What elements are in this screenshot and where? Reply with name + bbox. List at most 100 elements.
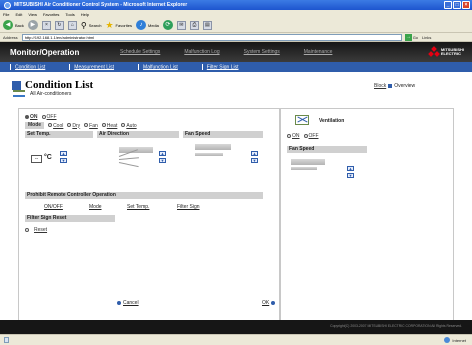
fan-speed-up-button[interactable]: ▲ — [251, 151, 258, 156]
ok-button[interactable]: OK — [262, 300, 276, 306]
block-label[interactable]: Block — [374, 83, 386, 89]
subnav-malfunction-list[interactable]: Malfunction List — [138, 64, 178, 70]
subnav-condition-list[interactable]: Condition List — [10, 64, 45, 70]
menu-help[interactable]: Help — [81, 12, 89, 17]
back-label: Back — [15, 22, 24, 28]
prohibit-filter-sign[interactable]: Filter Sign — [177, 204, 200, 210]
footer-bar: Copyright(C) 2003-2007 MITSUBISHI ELECTR… — [0, 320, 472, 334]
menu-bar: File Edit View Favorites Tools Help — [0, 10, 472, 18]
print-icon[interactable]: ⎙ — [189, 20, 199, 30]
radio-off[interactable] — [41, 114, 46, 119]
refresh-icon[interactable]: ↻ — [54, 20, 64, 30]
menu-favorites[interactable]: Favorites — [43, 12, 59, 17]
air-direction-down-button[interactable]: ▼ — [159, 158, 166, 163]
browser-status-bar: Internet — [0, 334, 472, 345]
fan-speed-stepper: ▲ ▼ — [251, 151, 258, 163]
vent-on-option[interactable]: ON — [287, 133, 300, 139]
ventilation-icon — [295, 115, 309, 125]
on-off-row: ON OFF — [25, 114, 57, 120]
tab-malfunction-log[interactable]: Malfunction Log — [184, 49, 219, 55]
group-row: All Air-conditioners — [13, 90, 71, 97]
temp-up-button[interactable]: ▲ — [60, 151, 67, 156]
menu-tools[interactable]: Tools — [65, 12, 74, 17]
mode-heat[interactable]: Heat — [101, 123, 117, 129]
edit-icon[interactable]: ▤ — [202, 20, 212, 30]
menu-view[interactable]: View — [28, 12, 37, 17]
history-icon[interactable]: ⟳ — [162, 20, 173, 30]
prohibit-on-off[interactable]: ON/OFF — [44, 204, 63, 210]
fan-speed-down-button[interactable]: ▼ — [251, 158, 258, 163]
address-input[interactable]: http://192.168.1.1/en/administrator.html — [21, 33, 402, 41]
favorites-button[interactable]: ★ Favorites — [105, 20, 132, 30]
maximize-button[interactable]: □ — [453, 1, 461, 9]
menu-file[interactable]: File — [3, 12, 9, 17]
on-option[interactable]: ON — [25, 114, 38, 120]
vent-fan-speed-bar-icon — [291, 159, 325, 165]
ventilation-label: Ventilation — [319, 118, 345, 124]
browser-toolbar: ◀ Back ▶ × ↻ ⌂ ⚲ Search ★ Favorites ♪ Me… — [0, 18, 472, 33]
links-label[interactable]: Links — [422, 35, 431, 40]
air-direction-lines-icon — [118, 149, 139, 168]
mode-label: Mode — [25, 122, 45, 129]
forward-button[interactable]: ▶ — [27, 20, 38, 30]
cancel-dot-icon — [117, 301, 121, 305]
filter-reset-header: Filter Sign Reset — [25, 215, 115, 222]
search-button[interactable]: ⚲ Search — [81, 21, 102, 30]
block-overview-link[interactable]: Block Overview — [374, 83, 415, 89]
go-button[interactable]: → Go — [404, 33, 419, 41]
vent-fan-speed-header: Fan Speed — [287, 146, 367, 153]
vent-fan-speed-up-button[interactable]: ▲ — [347, 166, 354, 171]
stop-icon[interactable]: × — [41, 20, 51, 30]
vent-fan-speed-down-button[interactable]: ▼ — [347, 173, 354, 178]
off-option[interactable]: OFF — [41, 114, 57, 120]
mode-cool[interactable]: Cool — [48, 123, 63, 129]
home-icon[interactable]: ⌂ — [67, 20, 77, 30]
temp-down-button[interactable]: ▼ — [60, 158, 67, 163]
mode-dry[interactable]: Dry — [67, 123, 80, 129]
search-label: Search — [88, 22, 102, 28]
ie-icon — [4, 1, 11, 9]
tab-system-settings[interactable]: System Settings — [244, 49, 280, 55]
tab-schedule-settings[interactable]: Schedule Settings — [120, 49, 160, 55]
mitsubishi-logo-icon — [428, 46, 440, 57]
air-direction-up-button[interactable]: ▲ — [159, 151, 166, 156]
mode-fan[interactable]: Fan — [84, 123, 98, 129]
back-button[interactable]: ◀ Back — [3, 20, 24, 30]
menu-edit[interactable]: Edit — [15, 12, 22, 17]
prohibit-mode[interactable]: Mode — [89, 204, 102, 210]
ok-label: OK — [262, 300, 270, 306]
vent-off-option[interactable]: OFF — [303, 133, 319, 139]
reset-checkbox[interactable] — [25, 228, 29, 232]
temperature-value: -- — [31, 155, 42, 163]
prohibit-set-temp[interactable]: Set Temp. — [127, 204, 149, 210]
tab-maintenance[interactable]: Maintenance — [304, 49, 333, 55]
app-header: Monitor/Operation Schedule Settings Malf… — [0, 42, 472, 62]
zone-label: Internet — [452, 337, 466, 343]
cancel-button[interactable]: Cancel — [117, 300, 139, 306]
media-label: Media — [147, 22, 159, 28]
favorites-label: Favorites — [115, 22, 132, 28]
mail-icon[interactable]: ✉ — [176, 20, 186, 30]
ok-dot-icon — [271, 301, 276, 305]
internet-zone: Internet — [444, 337, 466, 343]
overview-label[interactable]: Overview — [394, 83, 415, 89]
minimize-button[interactable]: _ — [444, 1, 452, 9]
subnav-measurement-list[interactable]: Measurement List — [69, 64, 114, 70]
temperature-unit: °C — [44, 154, 52, 161]
address-label: Address — [3, 34, 18, 40]
reset-row[interactable]: Reset — [25, 227, 47, 233]
indoor-settings-panel: ON OFF Mode Cool Dry Fan Heat Auto Set T… — [18, 108, 280, 336]
sub-navigation: Condition List Measurement List Malfunct… — [0, 62, 472, 72]
vent-fan-speed-stepper: ▲ ▼ — [347, 166, 354, 178]
mode-auto[interactable]: Auto — [121, 123, 137, 129]
brand-line-2: ELECTRIC — [440, 51, 461, 56]
media-button[interactable]: ♪ Media — [135, 20, 159, 30]
set-temp-header: Set Temp. — [25, 131, 93, 138]
radio-on[interactable] — [25, 114, 29, 119]
subnav-filter-sign-list[interactable]: Filter Sign List — [202, 64, 239, 70]
vent-fan-speed-bar-2-icon — [291, 167, 317, 170]
ventilation-panel: Ventilation ON OFF Fan Speed ▲ ▼ — [280, 108, 454, 336]
go-label: Go — [412, 34, 419, 40]
air-direction-header: Air Direction — [97, 131, 179, 138]
close-button[interactable]: × — [462, 1, 470, 9]
